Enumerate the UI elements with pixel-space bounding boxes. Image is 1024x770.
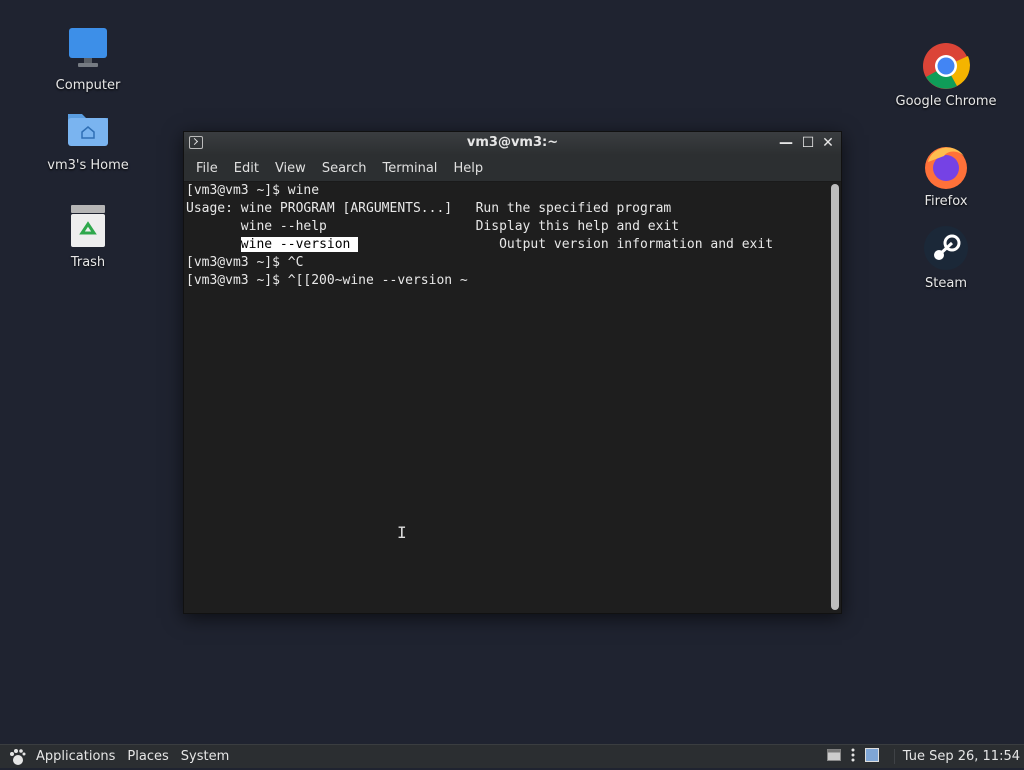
menu-applications[interactable]: Applications (30, 749, 121, 764)
terminal-output[interactable]: [vm3@vm3 ~]$ wine Usage: wine PROGRAM [A… (184, 182, 827, 612)
menu-view[interactable]: View (267, 161, 314, 176)
desktop-icon-label: Google Chrome (895, 94, 997, 109)
menu-terminal[interactable]: Terminal (374, 161, 445, 176)
terminal-titlebar[interactable]: vm3@vm3:~ — ☐ ✕ (184, 132, 841, 155)
minimize-button[interactable]: — (777, 134, 795, 152)
clock[interactable]: Tue Sep 26, 11:54 (893, 749, 1020, 764)
terminal-line: [vm3@vm3 ~]$ ^C (186, 255, 304, 270)
terminal-line-selected: wine --version Output version informatio… (186, 236, 773, 254)
gnome-foot-icon[interactable] (8, 748, 26, 766)
desktop-icon-trash[interactable]: Trash (38, 203, 138, 270)
terminal-line: [vm3@vm3 ~]$ wine (186, 183, 320, 198)
maximize-button[interactable]: ☐ (799, 134, 817, 152)
terminal-menubar: File Edit View Search Terminal Help (184, 155, 841, 182)
desktop-icon-label: Trash (70, 255, 106, 270)
menu-places[interactable]: Places (121, 749, 174, 764)
selected-text: wine --version (240, 237, 359, 252)
menu-search[interactable]: Search (314, 161, 375, 176)
chrome-icon (922, 42, 970, 90)
window-list-icon[interactable] (826, 748, 841, 765)
desktop-icon-home[interactable]: vm3's Home (38, 106, 138, 173)
scrollbar-thumb[interactable] (831, 184, 839, 610)
close-button[interactable]: ✕ (819, 134, 837, 152)
terminal-line: wine --help Display this help and exit (186, 219, 680, 234)
workspace-switcher-icon[interactable] (864, 747, 879, 766)
desktop-icon-label: vm3's Home (47, 158, 129, 173)
overflow-menu-icon[interactable] (851, 748, 855, 766)
desktop-icon-computer[interactable]: Computer (38, 26, 138, 93)
terminal-line: Usage: wine PROGRAM [ARGUMENTS...] Run t… (186, 201, 672, 216)
steam-icon (922, 224, 970, 272)
desktop: Computer vm3's Home Trash Google Chrome … (0, 0, 1024, 744)
firefox-icon (922, 142, 970, 190)
window-title: vm3@vm3:~ (466, 135, 559, 150)
desktop-icon-label: Computer (55, 78, 121, 93)
home-folder-icon (64, 106, 112, 154)
line-rest: Output version information and exit (358, 237, 774, 252)
bottom-panel: Applications Places System Tue Sep 26, 1… (0, 744, 1024, 768)
menu-system[interactable]: System (175, 749, 235, 764)
terminal-window[interactable]: vm3@vm3:~ — ☐ ✕ File Edit View Search Te… (183, 131, 842, 614)
text-cursor-icon: I (397, 523, 407, 542)
desktop-icon-label: Firefox (924, 194, 968, 209)
desktop-icon-label: Steam (925, 276, 967, 291)
computer-icon (64, 26, 112, 74)
menu-edit[interactable]: Edit (226, 161, 267, 176)
menu-file[interactable]: File (188, 161, 226, 176)
terminal-line: [vm3@vm3 ~]$ ^[[200~wine --version ~ (186, 273, 468, 288)
desktop-icon-steam[interactable]: Steam (896, 224, 996, 291)
desktop-icon-firefox[interactable]: Firefox (896, 142, 996, 209)
trash-icon (64, 203, 112, 251)
terminal-scrollbar[interactable] (831, 184, 839, 610)
system-tray: Tue Sep 26, 11:54 (822, 745, 1024, 768)
menu-help[interactable]: Help (445, 161, 491, 176)
desktop-icon-chrome[interactable]: Google Chrome (896, 42, 996, 109)
